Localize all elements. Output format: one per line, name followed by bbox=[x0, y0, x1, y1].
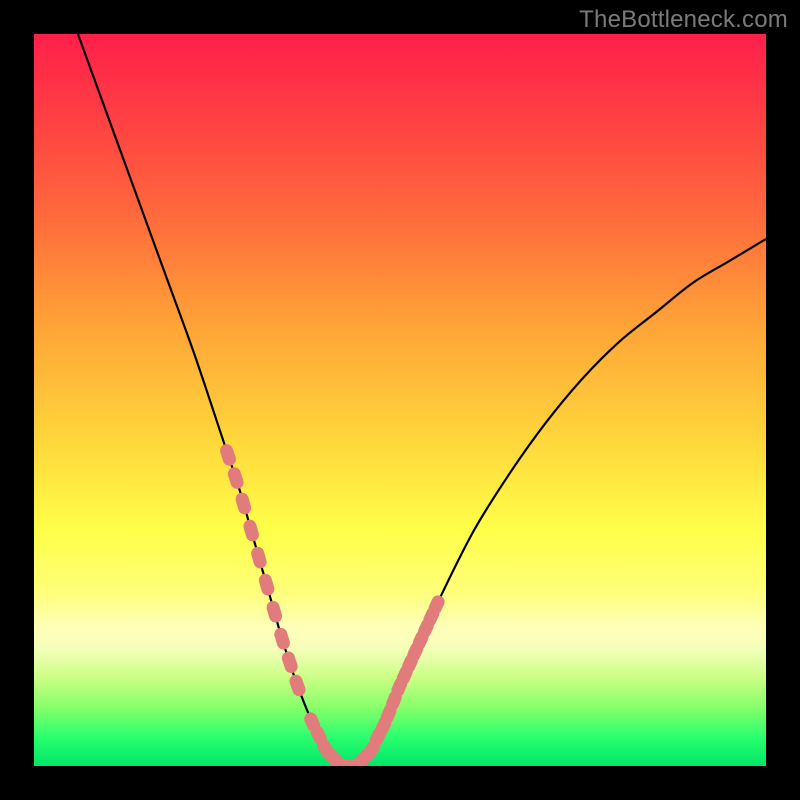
bead bbox=[280, 650, 299, 675]
curve-svg bbox=[34, 34, 766, 766]
bead bbox=[265, 599, 284, 624]
bead bbox=[242, 518, 261, 543]
bottleneck-curve bbox=[78, 34, 766, 766]
bead bbox=[288, 673, 308, 698]
bead bbox=[218, 442, 237, 467]
bead-highlights bbox=[218, 442, 446, 766]
watermark-text: TheBottleneck.com bbox=[579, 6, 788, 34]
bead bbox=[273, 626, 292, 651]
bead bbox=[226, 466, 245, 491]
bead bbox=[234, 491, 253, 516]
bead bbox=[250, 545, 269, 570]
chart-frame: TheBottleneck.com bbox=[0, 0, 800, 800]
plot-area bbox=[34, 34, 766, 766]
bead bbox=[257, 572, 276, 597]
